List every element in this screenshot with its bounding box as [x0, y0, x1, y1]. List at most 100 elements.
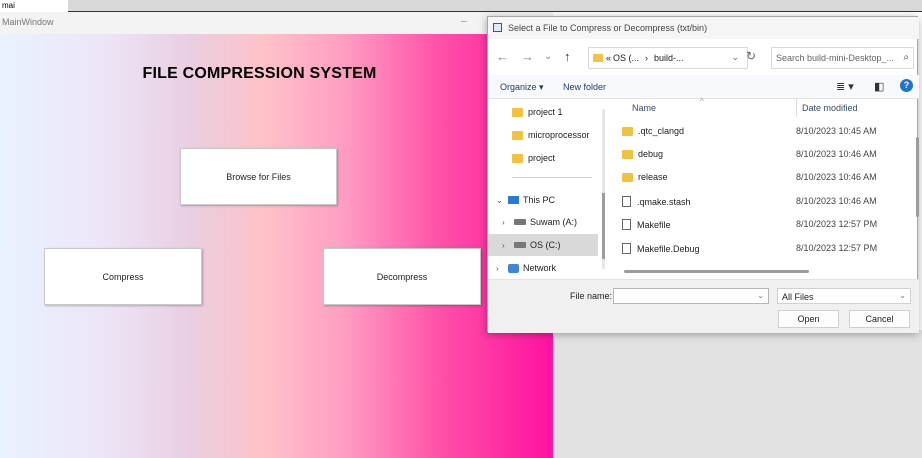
file-row[interactable]: .qtc_clangd 8/10/2023 10:45 AM — [610, 121, 913, 143]
up-arrow-icon[interactable]: ↑ — [564, 49, 571, 64]
chevron-down-icon[interactable]: ⌄ — [757, 291, 764, 300]
file-date: 8/10/2023 12:57 PM — [796, 243, 878, 253]
file-row[interactable]: debug 8/10/2023 10:46 AM — [610, 144, 913, 166]
main-window: MainWindow – FILE COMPRESSION SYSTEM Bro… — [0, 12, 553, 458]
dialog-bottom-bar: File name: ⌄ All Files ⌄ Open Cancel — [488, 279, 919, 333]
dialog-toolbar: Organize ▾ New folder ≣ ▾ ◧ ? — [488, 75, 919, 99]
forward-arrow-icon[interactable]: → — [521, 49, 534, 64]
nav-scrollbar-thumb[interactable] — [602, 193, 605, 259]
open-button[interactable]: Open — [778, 310, 839, 328]
nav-item-label: project — [528, 153, 556, 163]
file-date: 8/10/2023 10:46 AM — [796, 149, 877, 159]
file-name: debug — [638, 149, 664, 159]
file-dialog: Select a File to Compress or Decompress … — [487, 16, 919, 333]
nav-item-label: Suwam (A:) — [530, 217, 578, 227]
navigation-pane: project 1 microprocessor project ⌄ This … — [488, 99, 602, 277]
column-header-name[interactable]: Name — [632, 103, 656, 113]
file-row[interactable]: release 8/10/2023 10:46 AM — [610, 167, 913, 189]
file-date: 8/10/2023 12:57 PM — [796, 219, 878, 229]
nav-item-label: OS (C:) — [530, 240, 561, 250]
folder-icon — [622, 126, 633, 136]
nav-item-drive-c[interactable]: › OS (C:) — [488, 234, 598, 256]
nav-item-this-pc[interactable]: ⌄ This PC — [496, 195, 555, 205]
chevron-right-icon[interactable]: › — [502, 241, 514, 250]
decompress-button[interactable]: Decompress — [323, 248, 481, 305]
nav-divider — [512, 177, 592, 178]
dialog-titlebar[interactable]: Select a File to Compress or Decompress … — [488, 17, 919, 39]
back-arrow-icon[interactable]: ← — [496, 49, 509, 64]
top-tab[interactable]: mai — [0, 0, 68, 12]
chevron-down-icon[interactable]: ⌄ — [496, 196, 508, 205]
app-title: FILE COMPRESSION SYSTEM — [142, 65, 377, 82]
file-type-value: All Files — [782, 292, 814, 302]
file-icon — [622, 196, 631, 207]
refresh-icon[interactable]: ↻ — [746, 49, 756, 63]
view-options-icon[interactable]: ≣ ▾ — [836, 80, 854, 93]
nav-item-microprocessor[interactable]: microprocessor — [512, 130, 590, 140]
file-list-vertical-scrollbar[interactable] — [916, 137, 919, 217]
browse-for-files-button[interactable]: Browse for Files — [180, 148, 337, 205]
file-name: .qmake.stash — [637, 196, 691, 207]
file-name-input[interactable]: ⌄ — [613, 288, 769, 304]
folder-icon — [622, 172, 633, 182]
main-client-area: FILE COMPRESSION SYSTEM Browse for Files… — [0, 34, 553, 458]
nav-item-project[interactable]: project — [512, 153, 555, 163]
main-titlebar[interactable]: MainWindow – — [0, 12, 553, 34]
top-strip: mai — [0, 0, 922, 12]
file-row[interactable]: .qmake.stash 8/10/2023 10:46 AM — [610, 191, 913, 213]
folder-icon — [512, 130, 523, 140]
network-icon — [508, 263, 519, 273]
organize-label: Organize — [500, 82, 537, 92]
search-input[interactable]: Search build-mini-Desktop_... ⌕ — [771, 47, 914, 69]
folder-icon — [512, 153, 523, 163]
navigation-bar: ← → ⌄ ↑ « OS (... › build-... ⌄ ↻ Search… — [488, 43, 919, 71]
file-row[interactable]: Makefile 8/10/2023 12:57 PM — [610, 214, 913, 236]
nav-item-project-1[interactable]: project 1 — [512, 107, 563, 117]
drive-icon — [514, 219, 526, 225]
search-placeholder: Search build-mini-Desktop_... — [776, 53, 895, 63]
recent-locations-icon[interactable]: ⌄ — [544, 51, 552, 62]
file-name: Makefile — [637, 219, 671, 230]
folder-icon — [622, 149, 633, 159]
file-icon — [622, 243, 631, 254]
chevron-down-icon[interactable]: ⌄ — [899, 291, 906, 300]
cancel-button[interactable]: Cancel — [849, 310, 910, 328]
desktop-background — [553, 330, 922, 458]
nav-item-label: microprocessor — [528, 130, 590, 140]
address-dropdown-icon[interactable]: ⌄ — [731, 52, 739, 63]
window-app-icon — [493, 23, 502, 32]
chevron-right-icon[interactable]: › — [502, 218, 514, 227]
nav-item-network[interactable]: › Network — [496, 263, 556, 273]
nav-item-label: Network — [523, 263, 557, 273]
computer-icon — [508, 196, 519, 204]
minimize-icon[interactable]: – — [461, 16, 467, 27]
address-bar[interactable]: « OS (... › build-... ⌄ — [588, 47, 748, 69]
drive-icon — [514, 242, 526, 248]
file-name: release — [638, 172, 668, 182]
file-type-select[interactable]: All Files ⌄ — [777, 288, 911, 304]
file-name: Makefile.Debug — [637, 243, 700, 254]
column-header-date-modified[interactable]: Date modified — [802, 103, 858, 113]
address-separator: « — [606, 53, 612, 63]
nav-item-drive-a[interactable]: › Suwam (A:) — [502, 217, 577, 227]
file-date: 8/10/2023 10:46 AM — [796, 172, 877, 182]
column-divider[interactable] — [796, 99, 797, 117]
new-folder-button[interactable]: New folder — [563, 82, 606, 92]
chevron-right-icon[interactable]: › — [496, 264, 508, 273]
file-date: 8/10/2023 10:46 AM — [796, 196, 877, 206]
main-window-title: MainWindow — [2, 17, 54, 27]
compress-button[interactable]: Compress — [44, 248, 202, 305]
help-icon[interactable]: ? — [900, 79, 913, 92]
organize-menu[interactable]: Organize ▾ — [500, 82, 544, 93]
folder-icon — [512, 107, 523, 117]
file-list-horizontal-scrollbar[interactable] — [624, 270, 809, 273]
dialog-title: Select a File to Compress or Decompress … — [508, 23, 708, 33]
nav-item-label: project 1 — [528, 107, 563, 117]
search-icon: ⌕ — [903, 52, 909, 63]
address-segment-build[interactable]: build-... — [654, 53, 684, 63]
address-segment-os[interactable]: OS (... — [613, 53, 639, 63]
file-name-label: File name: — [570, 291, 613, 301]
preview-pane-icon[interactable]: ◧ — [874, 80, 884, 93]
file-row[interactable]: Makefile.Debug 8/10/2023 12:57 PM — [610, 238, 913, 260]
screen: mai MainWindow – FILE COMPRESSION SYSTEM… — [0, 0, 922, 458]
